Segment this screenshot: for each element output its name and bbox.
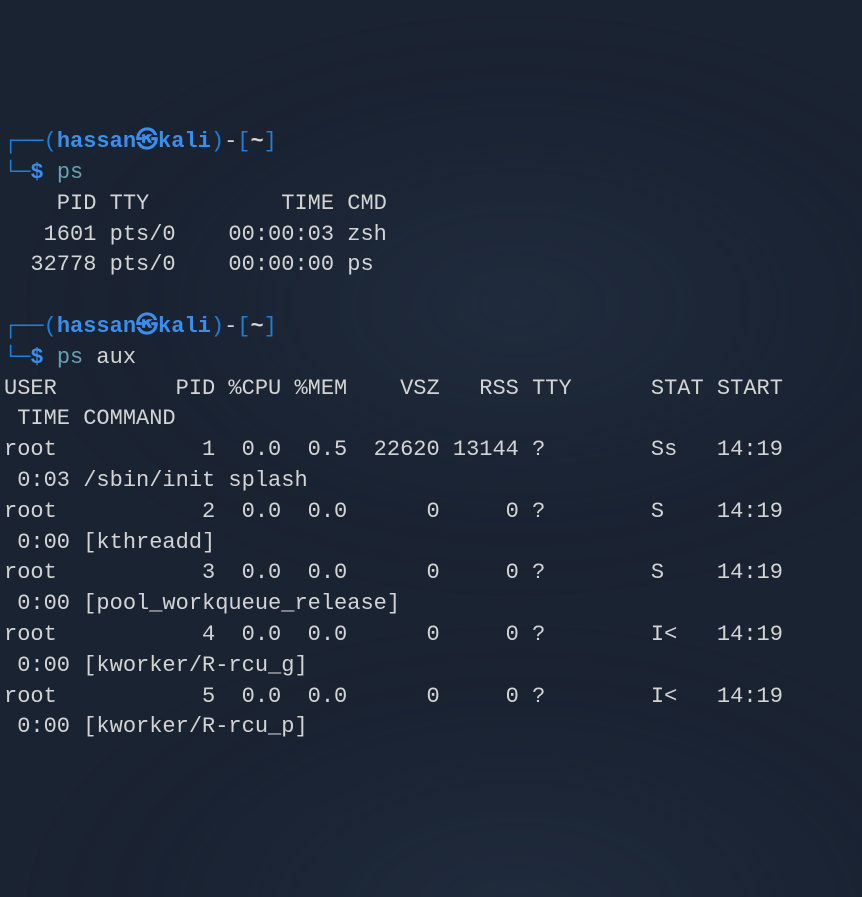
prompt-host: kali: [158, 314, 211, 339]
dash: -: [224, 314, 237, 339]
paren-close: ): [211, 314, 224, 339]
skull-icon: ㉿: [136, 129, 158, 154]
psaux-row: root 2 0.0 0.0 0 0 ? S 14:19: [4, 497, 858, 528]
prompt-line-2-top: ┌──(hassan㉿kali)-[~]: [4, 312, 858, 343]
corner-bot: └─: [4, 345, 30, 370]
psaux-header: TIME COMMAND: [4, 404, 858, 435]
corner-bot: └─: [4, 160, 30, 185]
bracket-close: ]: [264, 314, 277, 339]
psaux-row: root 5 0.0 0.0 0 0 ? I< 14:19: [4, 682, 858, 713]
bracket-close: ]: [264, 129, 277, 154]
psaux-header: USER PID %CPU %MEM VSZ RSS TTY STAT STAR…: [4, 374, 858, 405]
psaux-row: root 3 0.0 0.0 0 0 ? S 14:19: [4, 558, 858, 589]
prompt-host: kali: [158, 129, 211, 154]
prompt-line-2-bot: └─$ ps aux: [4, 343, 858, 374]
blank-line: [4, 281, 858, 312]
dash: -: [224, 129, 237, 154]
command-ps: ps: [57, 345, 83, 370]
dollar-sign: $: [30, 345, 43, 370]
psaux-row: 0:00 [kworker/R-rcu_g]: [4, 651, 858, 682]
ps-row: 32778 pts/0 00:00:00 ps: [4, 250, 858, 281]
prompt-user: hassan: [57, 129, 136, 154]
corner-top: ┌──: [4, 314, 44, 339]
paren-open: (: [44, 129, 57, 154]
terminal[interactable]: ┌──(hassan㉿kali)-[~]└─$ ps PID TTY TIME …: [4, 127, 858, 743]
command-args: aux: [96, 345, 136, 370]
psaux-row: 0:00 [kworker/R-rcu_p]: [4, 712, 858, 743]
ps-header: PID TTY TIME CMD: [4, 189, 858, 220]
prompt-line-1-top: ┌──(hassan㉿kali)-[~]: [4, 127, 858, 158]
command-ps: ps: [57, 160, 83, 185]
prompt-user: hassan: [57, 314, 136, 339]
cwd: ~: [250, 129, 263, 154]
psaux-row: 0:00 [pool_workqueue_release]: [4, 589, 858, 620]
paren-close: ): [211, 129, 224, 154]
ps-row: 1601 pts/0 00:00:03 zsh: [4, 220, 858, 251]
paren-open: (: [44, 314, 57, 339]
skull-icon: ㉿: [136, 314, 158, 339]
bracket-open: [: [237, 129, 250, 154]
dollar-sign: $: [30, 160, 43, 185]
prompt-line-1-bot: └─$ ps: [4, 158, 858, 189]
corner-top: ┌──: [4, 129, 44, 154]
bracket-open: [: [237, 314, 250, 339]
psaux-row: root 1 0.0 0.5 22620 13144 ? Ss 14:19: [4, 435, 858, 466]
cwd: ~: [250, 314, 263, 339]
psaux-row: root 4 0.0 0.0 0 0 ? I< 14:19: [4, 620, 858, 651]
psaux-row: 0:00 [kthreadd]: [4, 528, 858, 559]
psaux-row: 0:03 /sbin/init splash: [4, 466, 858, 497]
